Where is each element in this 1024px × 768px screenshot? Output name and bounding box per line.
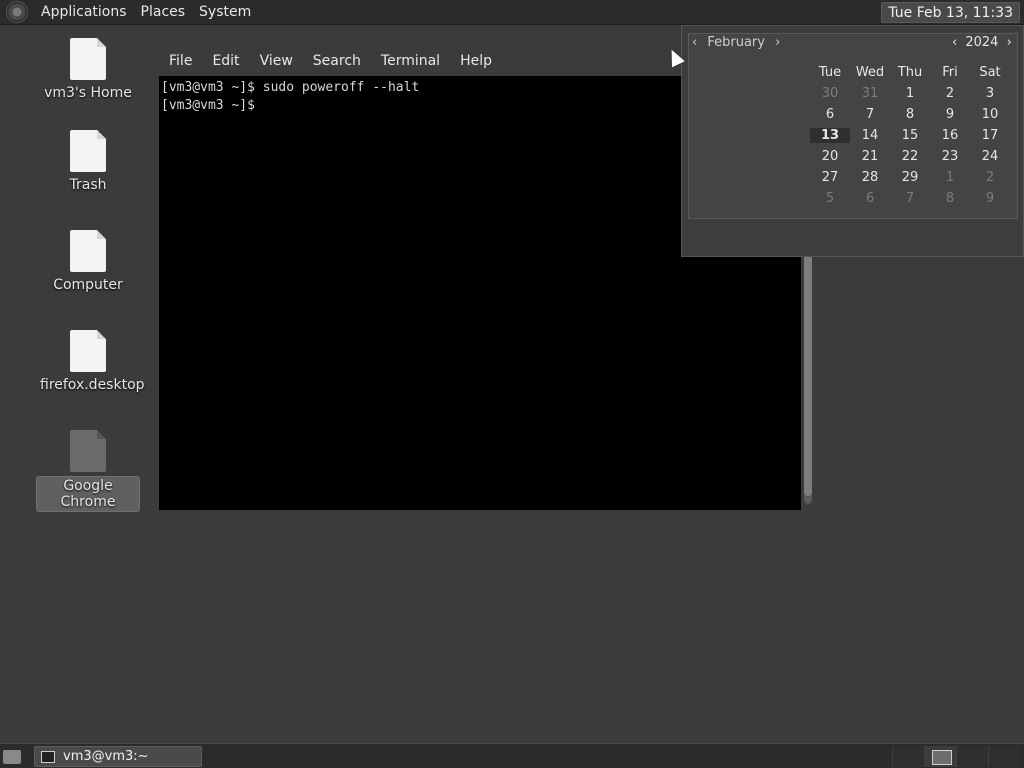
calendar-day[interactable]: 9 — [930, 107, 970, 122]
calendar-weekday-row: Tue Wed Thu Fri Sat — [810, 62, 1018, 83]
top-panel: Applications Places System Tue Feb 13, 1… — [0, 0, 1024, 25]
taskbar-terminal-button[interactable]: vm3@vm3:~ — [34, 746, 202, 767]
calendar-day[interactable]: 16 — [930, 128, 970, 143]
terminal-menu-search[interactable]: Search — [303, 53, 371, 69]
workspace-2[interactable] — [924, 746, 956, 767]
desktop-icon-label: vm3's Home — [44, 85, 132, 101]
workspace-3[interactable] — [956, 746, 988, 767]
desktop-icon-trash[interactable]: Trash — [36, 130, 140, 194]
calendar-day[interactable]: 1 — [890, 86, 930, 101]
calendar-day[interactable]: 8 — [890, 107, 930, 122]
calendar-day[interactable]: 14 — [850, 128, 890, 143]
bottom-panel: vm3@vm3:~ — [0, 743, 1024, 768]
clock[interactable]: Tue Feb 13, 11:33 — [881, 2, 1020, 23]
calendar-day[interactable]: 20 — [810, 149, 850, 164]
desktop-icon-google-chrome[interactable]: Google Chrome — [36, 430, 140, 512]
desktop-icon-firefox[interactable]: firefox.desktop — [36, 330, 145, 394]
calendar-week-row: 5 6 7 8 9 — [810, 188, 1018, 209]
calendar-month-nav[interactable]: ‹ February › — [692, 35, 780, 50]
calendar-day[interactable]: 22 — [890, 149, 930, 164]
chevron-right-icon[interactable]: › — [1007, 35, 1012, 50]
calendar-week-row: 30 31 1 2 3 — [810, 83, 1018, 104]
weekday-header: Sat — [979, 65, 1001, 80]
workspace-4[interactable] — [988, 746, 1020, 767]
calendar-day[interactable]: 24 — [970, 149, 1010, 164]
chevron-left-icon[interactable]: ‹ — [952, 35, 957, 50]
calendar-day[interactable]: 2 — [970, 170, 1010, 185]
distro-logo-icon[interactable] — [6, 1, 28, 23]
calendar-day[interactable]: 23 — [930, 149, 970, 164]
desktop-file-icon — [70, 330, 106, 372]
calendar-day[interactable]: 9 — [970, 191, 1010, 206]
menu-system[interactable]: System — [192, 4, 258, 20]
chevron-left-icon[interactable]: ‹ — [692, 35, 697, 50]
calendar-day[interactable]: 8 — [930, 191, 970, 206]
calendar-day[interactable]: 7 — [850, 107, 890, 122]
calendar-day[interactable]: 29 — [890, 170, 930, 185]
desktop-icon-computer[interactable]: Computer — [36, 230, 140, 294]
desktop-icon-label: firefox.desktop — [40, 377, 145, 393]
calendar-grid: Tue Wed Thu Fri Sat 30 31 1 2 3 6 7 8 9 … — [810, 62, 1018, 209]
chrome-launcher-icon — [70, 430, 106, 472]
calendar-month-label: February — [707, 35, 765, 50]
weekday-header: Fri — [942, 65, 958, 80]
calendar-day[interactable]: 6 — [810, 107, 850, 122]
workspace-switcher — [892, 746, 1022, 767]
calendar-day[interactable]: 30 — [810, 86, 850, 101]
terminal-menu-file[interactable]: File — [159, 53, 202, 69]
calendar-day[interactable]: 1 — [930, 170, 970, 185]
menu-applications[interactable]: Applications — [34, 4, 134, 20]
weekday-header: Thu — [897, 65, 923, 80]
calendar-day[interactable]: 3 — [970, 86, 1010, 101]
calendar-day[interactable]: 27 — [810, 170, 850, 185]
terminal-menu-terminal[interactable]: Terminal — [371, 53, 450, 69]
weekday-header: Wed — [855, 65, 885, 80]
desktop-icon-label: Google Chrome — [36, 476, 140, 512]
calendar-day[interactable]: 7 — [890, 191, 930, 206]
menu-places[interactable]: Places — [134, 4, 193, 20]
calendar-day[interactable]: 6 — [850, 191, 890, 206]
calendar-week-row: 27 28 29 1 2 — [810, 167, 1018, 188]
weekday-header: Tue — [818, 65, 842, 80]
desktop-icon-home[interactable]: vm3's Home — [36, 38, 140, 102]
calendar-week-row: 20 21 22 23 24 — [810, 146, 1018, 167]
calendar-day[interactable]: 28 — [850, 170, 890, 185]
computer-icon — [70, 230, 106, 272]
home-folder-icon — [70, 38, 106, 80]
calendar-year-nav[interactable]: ‹ 2024 › — [952, 35, 1012, 50]
desktop-icon-label: Computer — [53, 277, 123, 293]
calendar-day[interactable]: 17 — [970, 128, 1010, 143]
calendar-day[interactable]: 2 — [930, 86, 970, 101]
calendar-day[interactable]: 10 — [970, 107, 1010, 122]
desktop-icon-label: Trash — [69, 177, 107, 193]
terminal-menu-view[interactable]: View — [250, 53, 303, 69]
calendar-day[interactable]: 31 — [850, 86, 890, 101]
trash-icon — [70, 130, 106, 172]
calendar-day[interactable]: 21 — [850, 149, 890, 164]
show-desktop-icon[interactable] — [3, 750, 21, 764]
chevron-right-icon[interactable]: › — [775, 35, 780, 50]
calendar-year-label: 2024 — [965, 35, 999, 50]
workspace-1[interactable] — [892, 746, 924, 767]
taskbar-button-label: vm3@vm3:~ — [63, 749, 149, 764]
calendar-day[interactable]: 15 — [890, 128, 930, 143]
calendar-week-row: 6 7 8 9 10 — [810, 104, 1018, 125]
terminal-menu-edit[interactable]: Edit — [202, 53, 249, 69]
calendar-day-today[interactable]: 13 — [810, 128, 850, 143]
terminal-icon — [41, 750, 55, 763]
calendar-week-row: 13 14 15 16 17 — [810, 125, 1018, 146]
calendar-day[interactable]: 5 — [810, 191, 850, 206]
terminal-menu-help[interactable]: Help — [450, 53, 502, 69]
